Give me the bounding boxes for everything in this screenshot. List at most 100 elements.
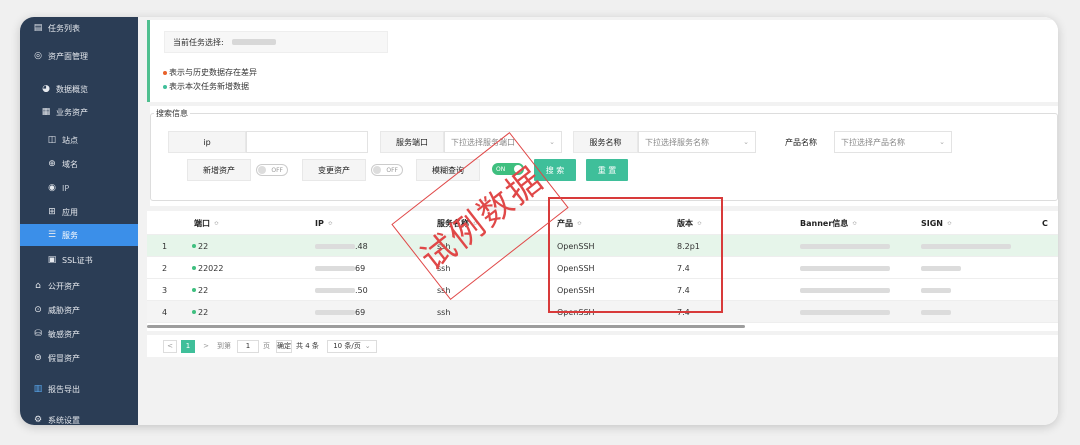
- sidebar-item-service[interactable]: ☰ 服务: [20, 224, 138, 246]
- server-icon: ▦: [41, 107, 51, 117]
- col-ip[interactable]: IP ≎: [315, 211, 333, 235]
- col-version-label: 版本: [677, 218, 693, 228]
- cell-banner: [800, 279, 890, 301]
- globe-icon: ⊕: [48, 159, 56, 169]
- cell-sign: [921, 235, 1011, 257]
- cell-ip: .50: [315, 279, 368, 301]
- sidebar-item-label: 任务列表: [48, 23, 80, 33]
- cell-service: ssh: [437, 241, 451, 251]
- sort-icon: ≎: [697, 219, 703, 227]
- reset-button[interactable]: 重 置: [586, 159, 628, 181]
- sidebar-item-label: 服务: [62, 230, 78, 240]
- results-table: 端口 ≎ IP ≎ 服务名称 ≎ 产品 ≎ 版本 ≎ Banner信息 ≎ SIGN ≎ C …: [147, 211, 1058, 331]
- page-1-button[interactable]: 1: [181, 339, 195, 353]
- goto-input[interactable]: 1: [237, 339, 259, 353]
- table-row[interactable]: 4 22 69 ssh OpenSSH 7.4: [147, 301, 1058, 323]
- site-icon: ◫: [47, 135, 57, 145]
- service-icon: ☰: [47, 230, 57, 240]
- legend-new-text: 表示本次任务新增数据: [169, 82, 249, 91]
- col-c[interactable]: C: [1042, 211, 1048, 235]
- new-dot-icon: [192, 266, 196, 270]
- sidebar: ▤ 任务列表 ◎ 资产面管理 ◕ 数据概览 ▦ 业务资产 ◫ 站点 ⊕ 域名 ◉…: [20, 17, 138, 425]
- sort-icon: ≎: [577, 219, 583, 227]
- product-select[interactable]: 下拉选择产品名称 ⌄: [834, 131, 952, 153]
- sidebar-item-task-list[interactable]: ▤ 任务列表: [20, 17, 138, 39]
- toggle-text: ON: [496, 165, 506, 173]
- col-product[interactable]: 产品 ≎: [557, 211, 582, 235]
- cell-ip: .48: [315, 235, 368, 257]
- cell-product: OpenSSH: [557, 307, 595, 317]
- database-icon: ⛁: [34, 329, 42, 339]
- table-row[interactable]: 2 22022 69 ssh OpenSSH 7.4: [147, 257, 1058, 279]
- ip-input[interactable]: [246, 131, 368, 153]
- sidebar-item-settings[interactable]: ⚙ 系统设置: [20, 409, 138, 425]
- ip-redacted: [315, 309, 355, 315]
- table-row[interactable]: 3 22 .50 ssh OpenSSH 7.4: [147, 279, 1058, 301]
- sidebar-item-threat-assets[interactable]: ⊙ 威胁资产: [20, 299, 138, 321]
- horizontal-scrollbar[interactable]: [147, 325, 745, 328]
- sidebar-item-report-export[interactable]: ▥ 报告导出: [20, 378, 138, 400]
- port-select[interactable]: 下拉选择服务端口 ⌄: [444, 131, 562, 153]
- sidebar-item-ip[interactable]: ◉ IP: [20, 177, 138, 199]
- sidebar-item-label: 域名: [62, 159, 78, 169]
- search-panel: 搜索信息 ip 服务端口 下拉选择服务端口 ⌄ 服务名称 下拉选择服务名称 ⌄ …: [150, 106, 1058, 206]
- new-asset-label: 新增资产: [187, 159, 251, 181]
- cell-sign: [921, 279, 951, 301]
- task-selector[interactable]: 当前任务选择:: [164, 31, 388, 53]
- col-version[interactable]: 版本 ≎: [677, 211, 702, 235]
- col-port[interactable]: 端口 ≎: [194, 211, 219, 235]
- sidebar-item-domain[interactable]: ⊕ 域名: [20, 153, 138, 175]
- col-banner[interactable]: Banner信息 ≎: [800, 211, 857, 235]
- search-button[interactable]: 搜 索: [534, 159, 576, 181]
- sidebar-item-fake-assets[interactable]: ⊜ 假冒资产: [20, 347, 138, 369]
- toggle-knob: [373, 166, 381, 174]
- cell-ip: 69: [315, 301, 365, 323]
- apps-icon: ⊞: [48, 207, 56, 217]
- new-asset-toggle[interactable]: OFF: [256, 164, 288, 176]
- sidebar-item-apps[interactable]: ⊞ 应用: [20, 201, 138, 223]
- page-size-select[interactable]: 10 条/页 ⌄: [326, 339, 377, 353]
- row-index: 1: [162, 241, 168, 251]
- pagination: < 1 > 到第 1 页 确定 共 4 条 10 条/页 ⌄: [147, 335, 1058, 357]
- sign-redacted: [921, 243, 1011, 249]
- port-value: 22: [198, 307, 209, 317]
- new-dot-icon: [192, 288, 196, 292]
- sidebar-item-public-assets[interactable]: ⌂ 公开资产: [20, 275, 138, 297]
- public-asset-icon: ⌂: [35, 281, 41, 291]
- change-asset-toggle[interactable]: OFF: [371, 164, 403, 176]
- confirm-button[interactable]: 确定: [276, 339, 292, 353]
- sign-redacted: [921, 265, 961, 271]
- prev-page-button[interactable]: <: [163, 339, 177, 353]
- sidebar-item-label: 报告导出: [48, 384, 80, 394]
- col-service[interactable]: 服务名称 ≎: [437, 211, 478, 235]
- table-row[interactable]: 1 22 .48 ssh OpenSSH 8.2p1: [147, 235, 1058, 257]
- col-banner-label: Banner信息: [800, 218, 849, 228]
- sidebar-item-ssl-cert[interactable]: ▣ SSL证书: [20, 249, 138, 271]
- port-label: 服务端口: [380, 131, 444, 153]
- report-icon: ▥: [33, 384, 43, 394]
- sidebar-item-business-assets[interactable]: ▦ 业务资产: [20, 101, 138, 123]
- cell-port: 22022: [192, 257, 223, 279]
- col-sign[interactable]: SIGN ≎: [921, 211, 952, 235]
- service-select[interactable]: 下拉选择服务名称 ⌄: [638, 131, 756, 153]
- sidebar-item-asset-management[interactable]: ◎ 资产面管理: [20, 45, 138, 67]
- sidebar-item-label: IP: [62, 183, 70, 193]
- banner-redacted: [800, 265, 890, 271]
- main-content: 当前任务选择: 表示与历史数据存在差异 表示本次任务新增数据 搜索信息 ip 服…: [138, 17, 1058, 425]
- ip-redacted: [315, 265, 355, 271]
- ip-suffix: .50: [355, 285, 368, 295]
- cell-sign: [921, 301, 951, 323]
- fuzzy-toggle[interactable]: ON: [492, 163, 524, 175]
- service-placeholder: 下拉选择服务名称: [645, 137, 709, 147]
- fake-asset-icon: ⊜: [34, 353, 42, 363]
- sort-icon: ≎: [852, 219, 858, 227]
- sidebar-item-data-overview[interactable]: ◕ 数据概览: [20, 78, 138, 100]
- sidebar-item-site[interactable]: ◫ 站点: [20, 129, 138, 151]
- sign-redacted: [921, 287, 951, 293]
- ip-suffix: .48: [355, 241, 368, 251]
- next-page-button[interactable]: >: [199, 339, 213, 353]
- cell-product: OpenSSH: [557, 263, 595, 273]
- sidebar-item-sensitive-assets[interactable]: ⛁ 敏感资产: [20, 323, 138, 345]
- col-service-label: 服务名称: [437, 218, 469, 228]
- task-value-redacted: [231, 39, 276, 45]
